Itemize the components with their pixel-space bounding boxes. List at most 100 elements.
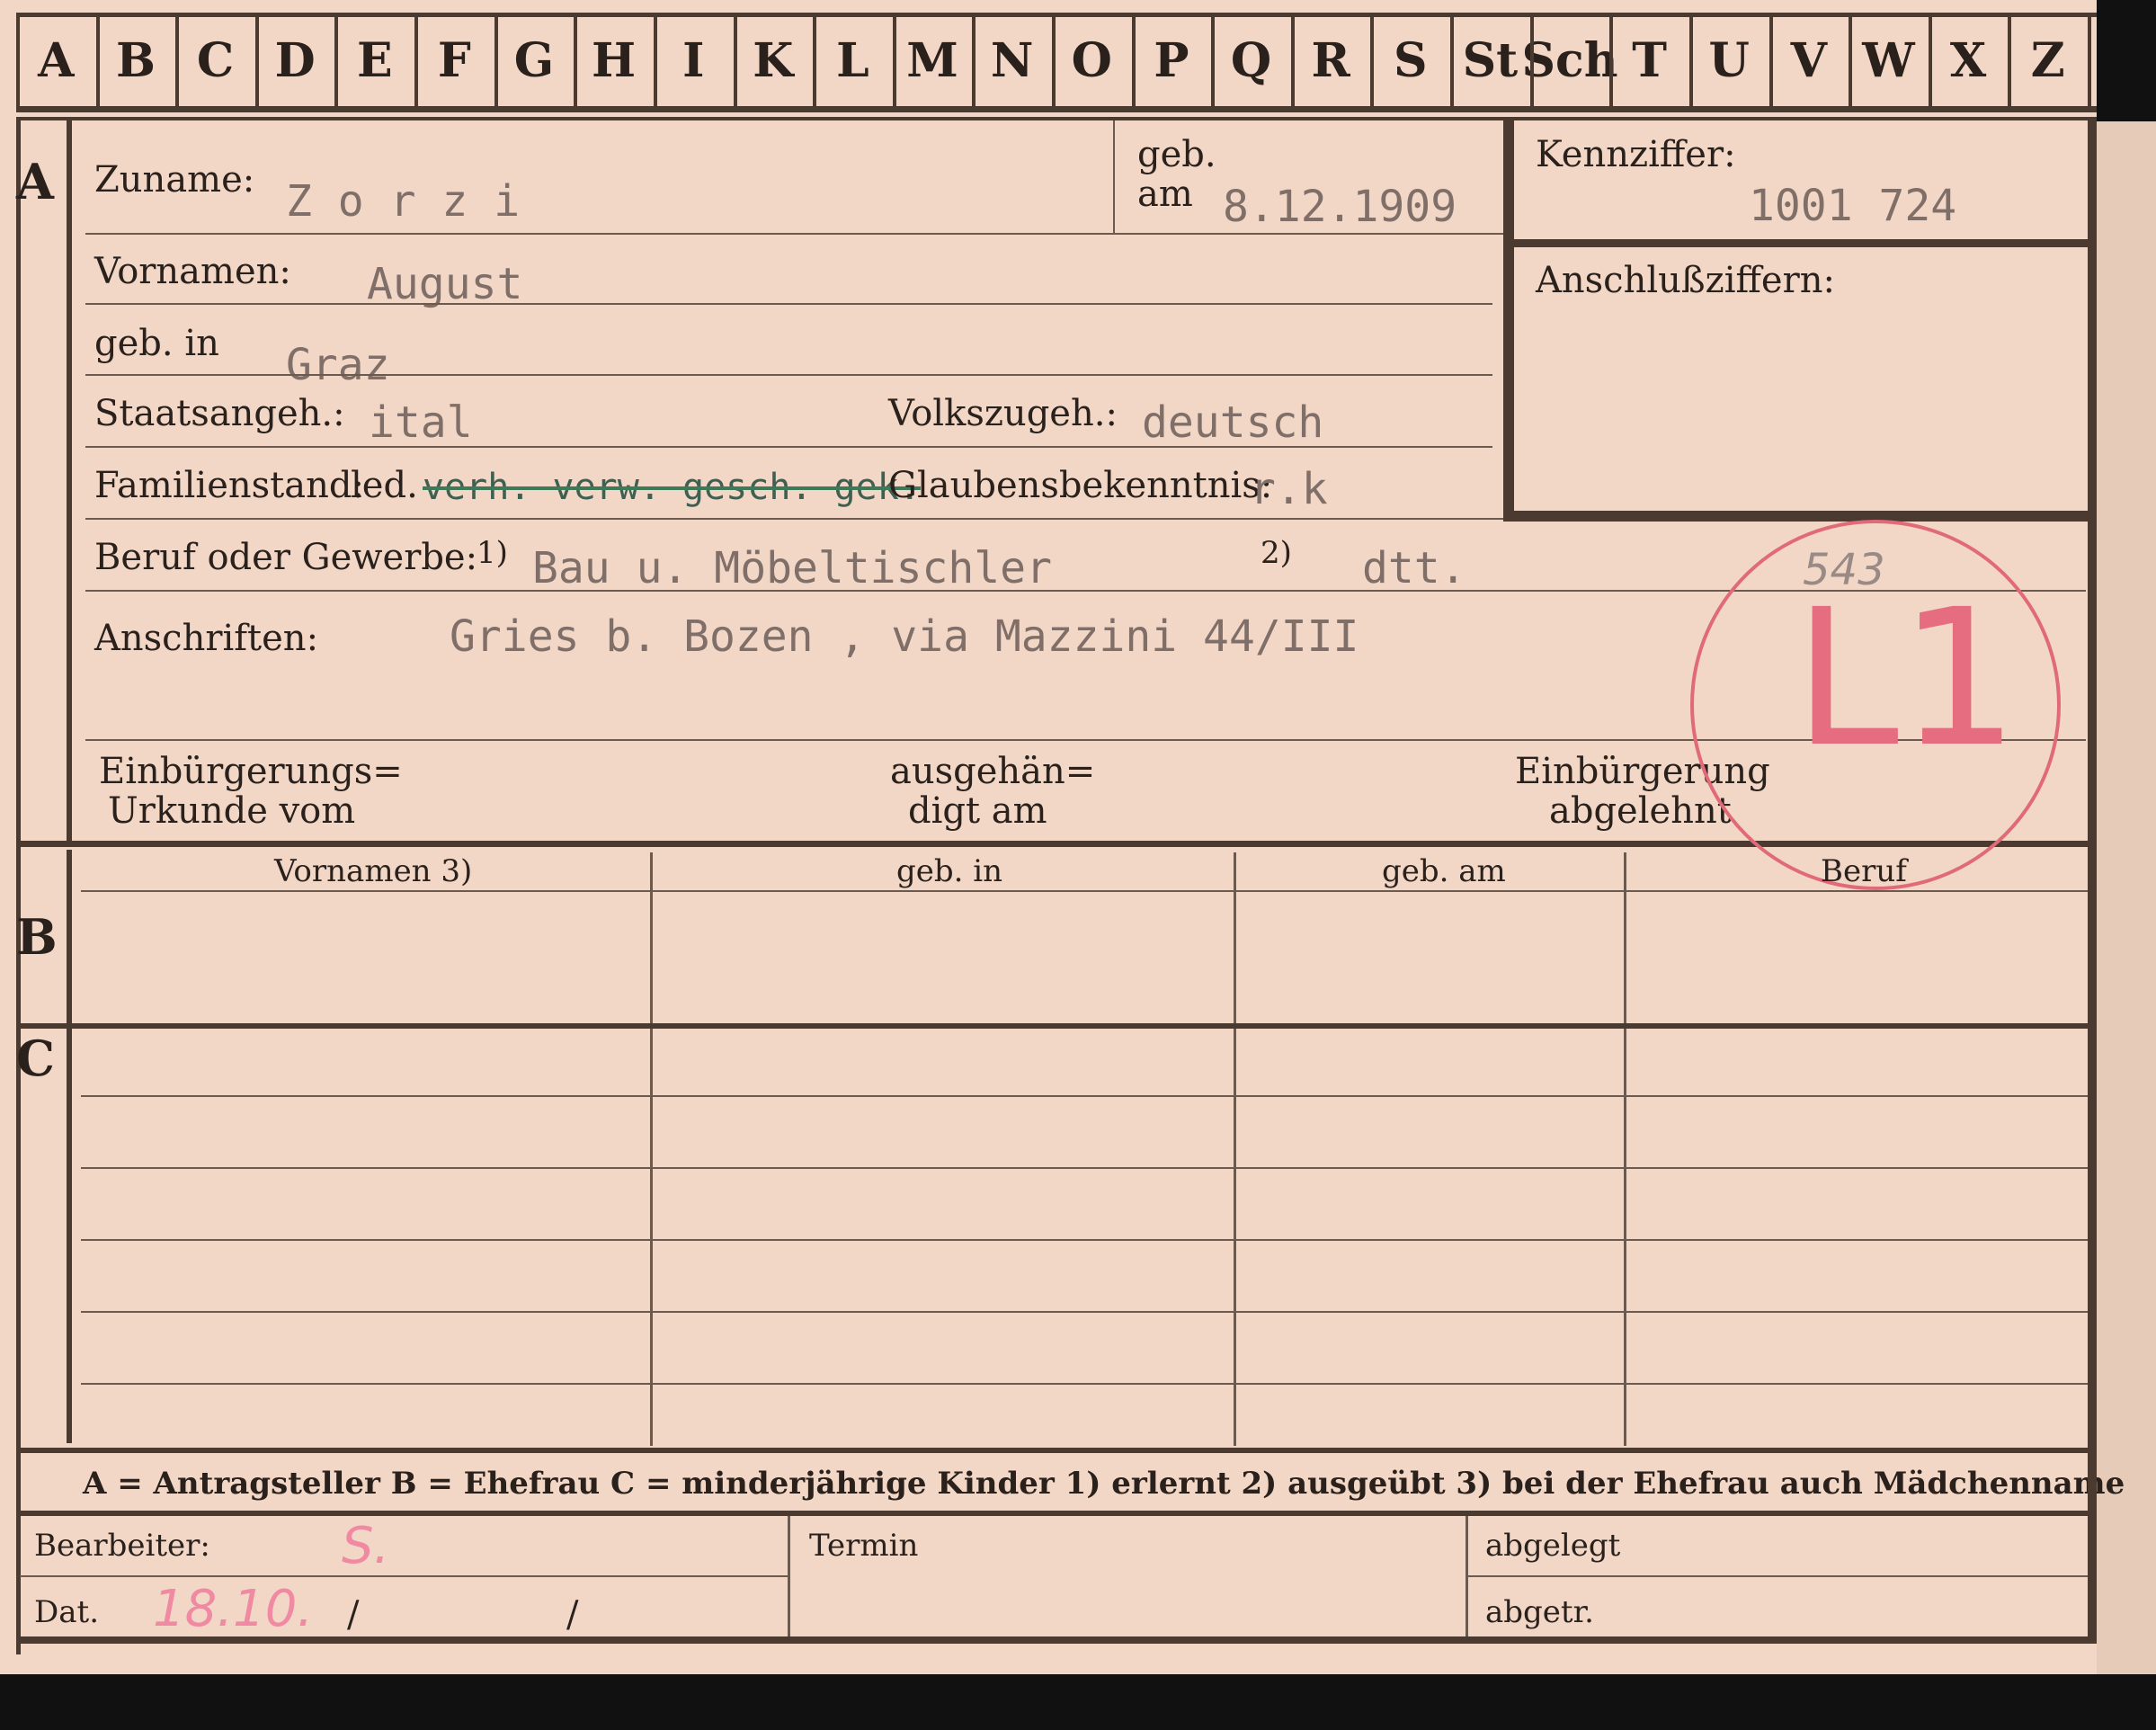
ident-number-label: Kennziffer: — [1536, 134, 1736, 175]
index-divider — [892, 13, 896, 110]
index-divider — [1928, 13, 1932, 110]
ident-box-left — [1503, 117, 1514, 522]
first-names-value: August — [367, 259, 523, 309]
index-divider — [334, 13, 339, 110]
index-letter-x: X — [1949, 32, 1987, 88]
marital-label: Familienstand: — [94, 465, 364, 506]
frame-right — [2088, 117, 2097, 1644]
col-divider — [1234, 852, 1236, 1446]
index-letter-n: N — [990, 32, 1034, 88]
index-divider — [1450, 13, 1455, 110]
born-on-label-2: am — [1137, 174, 1193, 215]
handed-label-1: ausgehän= — [890, 751, 1096, 792]
index-divider — [972, 13, 976, 110]
address-value: Gries b. Bozen , via Mazzini 44/III — [450, 611, 1359, 662]
index-letter-t: T — [1632, 32, 1667, 88]
index-letter-s: S — [1393, 32, 1428, 88]
date-slash: / — [347, 1594, 360, 1636]
index-divider — [2008, 13, 2012, 110]
index-letter-p: P — [1154, 32, 1189, 88]
occupation-practiced: dtt. — [1362, 543, 1466, 593]
marital-single: led. — [351, 465, 418, 506]
index-divider — [95, 13, 100, 110]
index-divider — [653, 13, 657, 110]
index-divider — [574, 13, 578, 110]
index-letter-o: O — [1071, 32, 1112, 88]
index-letter-v: V — [1790, 32, 1828, 88]
index-letter-k: K — [753, 32, 794, 88]
filed-label: abgelegt — [1485, 1528, 1621, 1564]
card-edge — [2097, 121, 2156, 1674]
surname-label: Zuname: — [94, 159, 255, 201]
index-divider — [733, 13, 737, 110]
citizenship-label: Staatsangeh.: — [94, 393, 345, 434]
section-c-letter: C — [16, 1030, 55, 1087]
footer-row-line — [20, 1575, 788, 1577]
termin-label: Termin — [809, 1528, 919, 1564]
date-slash: / — [566, 1594, 579, 1636]
date-label: Dat. — [34, 1594, 100, 1630]
index-letter-g: G — [513, 32, 555, 88]
clerk-label: Bearbeiter: — [34, 1528, 210, 1564]
index-divider — [494, 13, 498, 110]
row-line — [85, 233, 1503, 235]
index-divider — [175, 13, 180, 110]
index-bottom-border — [16, 106, 2097, 112]
index-letter-u: U — [1708, 32, 1750, 88]
ident-box-bottom — [1503, 511, 2088, 522]
born-on-label-1: geb. — [1137, 134, 1216, 175]
index-divider — [1529, 13, 1534, 110]
row-line — [85, 446, 1492, 448]
nationality-label: Volkszugeh.: — [888, 393, 1118, 434]
section-a-divider — [67, 117, 72, 841]
index-divider — [1211, 13, 1216, 110]
section-b-letter: B — [16, 908, 58, 966]
nationality-value: deutsch — [1142, 397, 1324, 448]
row-line — [85, 374, 1492, 376]
index-divider — [1370, 13, 1375, 110]
index-letter-q: Q — [1230, 32, 1272, 88]
legend: A = Antragsteller B = Ehefrau C = minder… — [83, 1466, 2125, 1502]
frame-left — [16, 117, 21, 1654]
first-names-label: Vornamen: — [94, 251, 291, 292]
frame-top — [16, 117, 2097, 120]
index-letter-c: C — [196, 32, 235, 88]
row-line — [85, 303, 1492, 305]
index-letter-d: D — [274, 32, 316, 88]
scan-background — [0, 1674, 2156, 1730]
index-letter-f: F — [437, 32, 471, 88]
index-divider — [414, 13, 419, 110]
ident-box-divider — [1514, 239, 2088, 247]
index-divider — [1849, 13, 1853, 110]
row-line — [81, 1383, 2088, 1385]
refused-label-2: abgelehnt — [1549, 790, 1732, 832]
index-letter-st: St — [1462, 32, 1519, 88]
row-line — [81, 1095, 2088, 1097]
index-letter-h: H — [592, 32, 637, 88]
marital-crossed-options: verh. verw. gesch. gek. — [423, 467, 921, 508]
naturalization-label-1: Einbürgerungs= — [99, 751, 403, 792]
index-letter-i: I — [682, 32, 705, 88]
index-letter-l: L — [836, 32, 869, 88]
index-divider — [813, 13, 817, 110]
index-letter-r: R — [1311, 32, 1350, 88]
born-in-value: Graz — [286, 340, 390, 390]
col-header-first-names: Vornamen 3) — [274, 853, 473, 889]
col-divider — [650, 852, 653, 1446]
born-in-label: geb. in — [94, 323, 219, 364]
index-top-border — [16, 13, 2097, 17]
row-line — [81, 1239, 2088, 1241]
index-divider — [1688, 13, 1693, 110]
index-letter-b: B — [115, 32, 156, 88]
occupation-label: Beruf oder Gewerbe: — [94, 537, 478, 578]
header-line — [81, 890, 2088, 892]
frame-bottom — [16, 1636, 2097, 1644]
row-line — [81, 1167, 2088, 1169]
row-line — [81, 1311, 2088, 1313]
removed-label: abgetr. — [1485, 1594, 1594, 1630]
religion-value: r.k — [1250, 464, 1328, 514]
section-b-bottom — [16, 1023, 2097, 1029]
clerk-initial: S. — [342, 1517, 390, 1575]
surname-value: Z o r z i — [286, 176, 521, 227]
index-divider — [2088, 13, 2091, 110]
